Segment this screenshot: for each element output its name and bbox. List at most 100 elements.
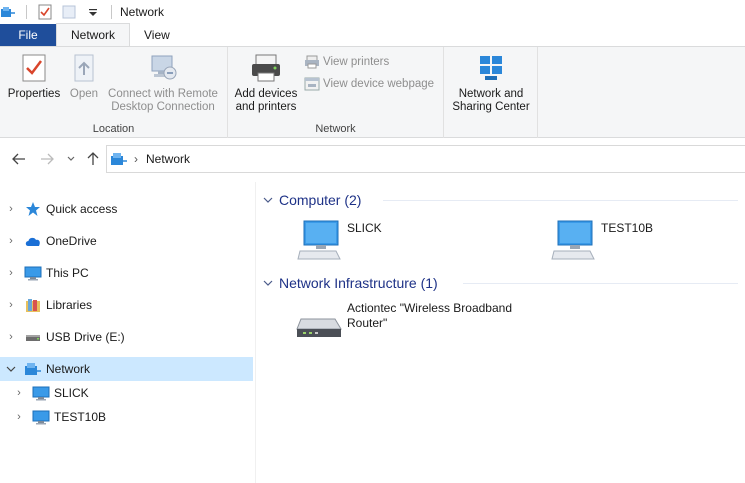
navigation-pane: › Quick access › OneDrive › This PC › Li… bbox=[0, 182, 256, 483]
network-group: Add devices and printers View printers V… bbox=[228, 47, 444, 138]
divider bbox=[111, 5, 112, 19]
nav-item-test10b[interactable]: › TEST10B bbox=[0, 405, 253, 429]
properties-quick-icon[interactable] bbox=[37, 4, 53, 20]
tab-network[interactable]: Network bbox=[56, 23, 131, 46]
cloud-icon bbox=[24, 233, 42, 249]
nav-item-usb-drive[interactable]: › USB Drive (E:) bbox=[0, 325, 253, 349]
chevron-right-icon[interactable]: › bbox=[4, 330, 18, 344]
network-sharing-label: Network and Sharing Center bbox=[452, 88, 530, 113]
add-devices-label: Add devices and printers bbox=[234, 88, 298, 113]
remote-desktop-icon bbox=[147, 51, 179, 85]
chevron-down-icon bbox=[263, 277, 275, 289]
properties-button[interactable]: Properties bbox=[6, 51, 62, 101]
tab-view[interactable]: View bbox=[130, 24, 184, 46]
nav-label: This PC bbox=[46, 266, 89, 280]
chevron-down-icon bbox=[263, 194, 275, 206]
usb-drive-icon bbox=[24, 329, 42, 345]
nav-item-libraries[interactable]: › Libraries bbox=[0, 293, 253, 317]
properties-label: Properties bbox=[7, 88, 61, 100]
forward-button[interactable] bbox=[38, 150, 56, 168]
back-arrow-icon bbox=[12, 153, 25, 165]
open-label: Open bbox=[69, 88, 99, 100]
computer-item-test10b[interactable]: TEST10B bbox=[549, 216, 739, 264]
open-button[interactable]: Open bbox=[64, 51, 104, 101]
router-item[interactable]: Actiontec "Wireless Broadband Router" bbox=[295, 299, 535, 347]
back-button[interactable] bbox=[10, 150, 28, 168]
computer-name: TEST10B bbox=[601, 221, 654, 235]
view-device-webpage-label: View device webpage bbox=[323, 78, 435, 90]
view-printers-button[interactable]: View printers bbox=[304, 53, 389, 71]
view-printers-icon bbox=[305, 55, 319, 69]
sharing-center-group: Network and Sharing Center bbox=[444, 47, 538, 138]
group-header-computer[interactable]: Computer (2) bbox=[263, 189, 738, 211]
chevron-right-icon[interactable]: › bbox=[4, 266, 18, 280]
recent-locations-button[interactable] bbox=[62, 150, 80, 168]
network-icon bbox=[111, 153, 127, 165]
open-icon bbox=[68, 51, 100, 85]
chevron-right-icon[interactable]: › bbox=[4, 202, 18, 216]
nav-item-slick[interactable]: › SLICK bbox=[0, 381, 253, 405]
view-device-webpage-button[interactable]: View device webpage bbox=[304, 75, 434, 93]
nav-item-onedrive[interactable]: › OneDrive bbox=[0, 229, 253, 253]
nav-label: OneDrive bbox=[46, 234, 97, 248]
view-printers-label: View printers bbox=[323, 56, 390, 68]
content-area: Computer (2) SLICK TEST10B Network Infra… bbox=[257, 182, 745, 483]
group-title: Network Infrastructure (1) bbox=[279, 275, 438, 291]
window-title: Network bbox=[120, 5, 165, 19]
ribbon-tabs: File Network View bbox=[0, 23, 745, 46]
nav-label: USB Drive (E:) bbox=[46, 330, 125, 344]
group-divider bbox=[463, 283, 738, 284]
connect-remote-desktop-button[interactable]: Connect with Remote Desktop Connection bbox=[104, 51, 222, 114]
up-arrow-icon bbox=[87, 152, 99, 165]
star-icon bbox=[24, 201, 42, 217]
breadcrumb-separator-icon: › bbox=[134, 152, 138, 166]
location-group: Properties Open Connect with Remote Desk… bbox=[0, 47, 228, 138]
location-group-label: Location bbox=[92, 123, 135, 135]
chevron-right-icon[interactable]: › bbox=[4, 234, 18, 248]
connect-remote-label: Connect with Remote Desktop Connection bbox=[108, 88, 218, 113]
nav-label: SLICK bbox=[54, 386, 89, 400]
address-bar[interactable]: › Network bbox=[106, 145, 745, 173]
group-divider bbox=[383, 200, 738, 201]
quick-access-toolbar bbox=[0, 0, 118, 24]
title-bar: Network bbox=[0, 0, 745, 24]
monitor-icon bbox=[24, 265, 42, 281]
nav-item-quick-access[interactable]: › Quick access bbox=[0, 197, 253, 221]
chevron-down-icon bbox=[67, 156, 75, 161]
chevron-right-icon[interactable]: › bbox=[12, 386, 26, 400]
chevron-right-icon[interactable]: › bbox=[4, 298, 18, 312]
network-icon bbox=[24, 361, 42, 377]
up-button[interactable] bbox=[84, 150, 102, 168]
library-icon bbox=[24, 297, 42, 313]
group-title: Computer (2) bbox=[279, 192, 362, 208]
router-name: Actiontec "Wireless Broadband Router" bbox=[347, 301, 513, 330]
chevron-right-icon[interactable]: › bbox=[12, 410, 26, 424]
ribbon: Properties Open Connect with Remote Desk… bbox=[0, 46, 745, 138]
computer-icon bbox=[32, 385, 50, 401]
nav-label: TEST10B bbox=[54, 410, 107, 424]
breadcrumb-network[interactable]: Network bbox=[146, 152, 190, 166]
customize-toolbar-icon[interactable] bbox=[85, 4, 101, 20]
network-group-label: Network bbox=[315, 123, 356, 135]
router-icon bbox=[295, 299, 343, 347]
nav-item-network[interactable]: Network bbox=[0, 357, 253, 381]
computer-item-slick[interactable]: SLICK bbox=[295, 216, 515, 264]
add-devices-button[interactable]: Add devices and printers bbox=[232, 51, 300, 114]
network-folder-icon[interactable] bbox=[0, 4, 16, 20]
tab-file[interactable]: File bbox=[0, 24, 56, 46]
new-folder-quick-icon[interactable] bbox=[61, 4, 77, 20]
nav-label: Network bbox=[46, 362, 91, 376]
divider bbox=[26, 5, 27, 19]
group-header-network-infrastructure[interactable]: Network Infrastructure (1) bbox=[263, 272, 738, 294]
navigation-bar: › Network bbox=[0, 138, 745, 182]
computer-name: SLICK bbox=[347, 221, 382, 235]
properties-icon bbox=[18, 51, 50, 85]
nav-item-this-pc[interactable]: › This PC bbox=[0, 261, 253, 285]
network-sharing-center-button[interactable]: Network and Sharing Center bbox=[448, 51, 534, 114]
nav-label: Libraries bbox=[46, 298, 93, 312]
chevron-down-icon[interactable] bbox=[4, 362, 18, 376]
computer-icon bbox=[32, 409, 50, 425]
nav-label: Quick access bbox=[46, 202, 118, 216]
forward-arrow-icon bbox=[41, 153, 54, 165]
computer-icon bbox=[549, 216, 597, 264]
